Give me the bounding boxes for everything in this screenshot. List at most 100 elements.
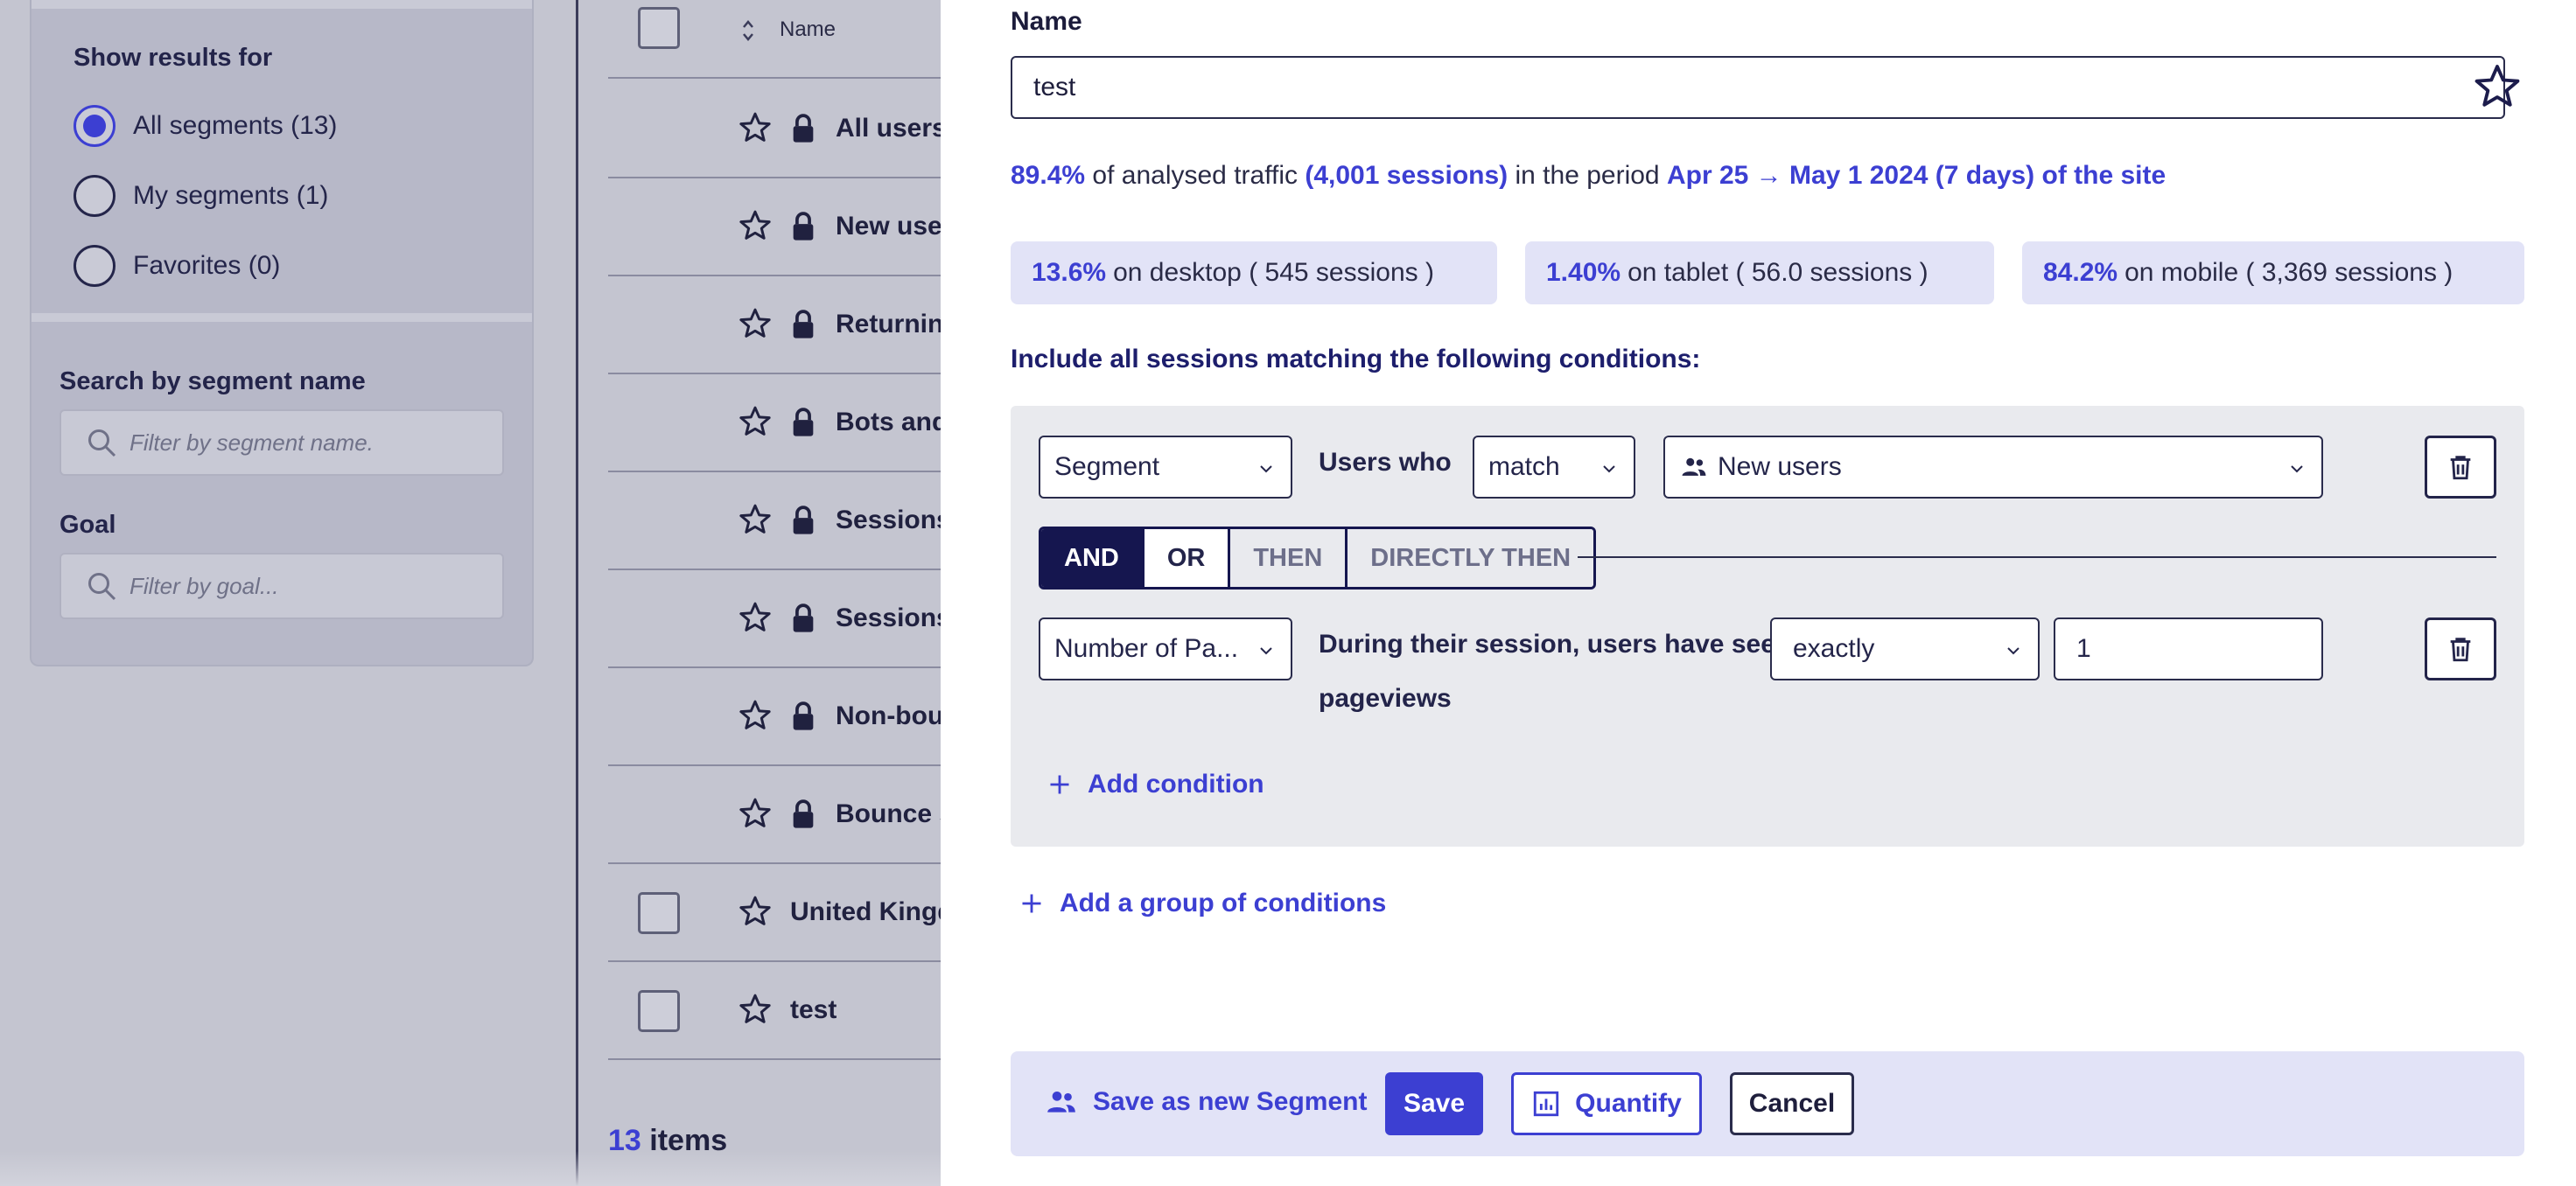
row-label[interactable]: test [790,995,946,1025]
chevron-down-icon [1260,465,1272,473]
row-label[interactable]: Returning users [836,310,946,339]
radio-all-segments[interactable]: All segments (13) [74,105,337,147]
table-row[interactable]: Sessions without conversion [608,570,946,668]
row-checkbox[interactable] [638,990,680,1032]
row-label[interactable]: Bots and crawlers [836,408,946,437]
device-text: on desktop ( 545 sessions ) [1113,258,1434,287]
segment-search-input[interactable]: Filter by segment name. [60,409,504,476]
table-row[interactable]: Non-bounce sessions [608,668,946,766]
star-icon[interactable] [738,208,773,243]
radio-my-segments[interactable]: My segments (1) [74,175,328,217]
condition-type-select[interactable]: Number of Pa... [1039,617,1292,680]
table-row[interactable]: Sessions with conversion [608,472,946,570]
chevron-down-icon [1603,465,1615,473]
table-row[interactable]: Bots and crawlers [608,374,946,472]
traffic-text: in the period [1515,161,1660,190]
device-pct: 1.40% [1546,258,1621,287]
radio-favorites[interactable]: Favorites (0) [74,245,280,287]
quantify-label: Quantify [1575,1089,1682,1118]
radio-label: All segments (13) [133,111,338,140]
users-icon [1047,1092,1075,1113]
pageviews-count-input[interactable]: 1 [2054,617,2323,680]
comparison-operator-select[interactable]: exactly [1770,617,2040,680]
table-row[interactable]: New users [608,178,946,276]
match-operator-select[interactable]: match [1473,436,1635,499]
add-condition-label: Add condition [1088,770,1264,799]
radio-icon [74,245,116,287]
row-label[interactable]: Sessions with conversion [836,506,946,535]
star-icon[interactable] [738,110,773,145]
sort-icon[interactable] [739,17,757,44]
trash-icon [2450,638,2471,662]
row-checkbox[interactable] [638,892,680,934]
device-text: on tablet ( 56.0 sessions ) [1628,258,1928,287]
save-as-new-label: Save as new Segment [1093,1087,1368,1116]
traffic-summary: 89.4% of analysed traffic (4,001 session… [1011,161,2166,191]
goal-search-input[interactable]: Filter by goal... [60,553,504,619]
star-icon[interactable] [738,894,773,929]
traffic-sessions: (4,001 sessions) [1305,161,1508,190]
operator-directly-then-button[interactable]: DIRECTLY THEN [1348,529,1594,587]
row-label[interactable]: Sessions without conversion [836,603,946,633]
device-mobile-chip: 84.2% on mobile ( 3,369 sessions ) [2022,241,2524,304]
plus-icon [1050,775,1069,794]
delete-condition-button[interactable] [2425,436,2496,499]
delete-condition-button[interactable] [2425,617,2496,680]
quantify-button[interactable]: Quantify [1511,1072,1702,1135]
select-value: New users [1718,452,1842,481]
divider [32,313,532,322]
row-label[interactable]: All users [836,114,946,143]
divider [1578,556,2496,558]
star-icon[interactable] [738,404,773,439]
operator-then-button[interactable]: THEN [1230,529,1348,587]
add-condition-button[interactable]: Add condition [1047,770,1264,799]
device-pct: 84.2% [2043,258,2118,287]
condition-type-select[interactable]: Segment [1039,436,1292,499]
save-button[interactable]: Save [1385,1072,1483,1135]
operator-and-button[interactable]: AND [1041,529,1144,587]
chevron-down-icon [1260,647,1272,655]
cancel-button[interactable]: Cancel [1730,1072,1854,1135]
chevron-down-icon [2007,647,2020,655]
table-row[interactable]: Returning users [608,276,946,374]
add-group-button[interactable]: Add a group of conditions [1019,889,1386,918]
star-icon[interactable] [738,992,773,1027]
show-results-title: Show results for [74,44,273,72]
name-label: Name [1011,7,1082,36]
pageviews-unit-label: pageviews [1319,684,1452,713]
divider [32,0,532,9]
operator-or-button[interactable]: OR [1144,529,1231,587]
segment-editor-drawer: Name 89.4% of analysed traffic (4,001 se… [941,0,2576,1186]
column-header-name[interactable]: Name [780,17,836,42]
segment-value-select[interactable]: New users [1663,436,2323,499]
trash-icon [2450,456,2471,480]
lock-icon [793,506,814,534]
row-label[interactable]: Bounce sessions [836,799,946,829]
table-row[interactable]: Bounce sessions [608,766,946,864]
filter-card: Show results for All segments (13) My se… [30,0,534,666]
traffic-period: Apr 25 → May 1 2024 (7 days) of the site [1666,161,2166,190]
save-as-new-segment-button[interactable]: Save as new Segment [1044,1085,1367,1120]
star-icon[interactable] [738,306,773,341]
table-row[interactable]: United Kingdom [608,864,946,962]
row-label[interactable]: New users [836,212,946,241]
row-label[interactable]: United Kingdom [790,897,946,927]
row-label[interactable]: Non-bounce sessions [836,701,946,731]
star-icon[interactable] [738,600,773,635]
add-group-label: Add a group of conditions [1060,889,1387,917]
star-icon[interactable] [738,502,773,537]
list-header: Name [608,0,946,79]
table-row[interactable]: test [608,962,946,1060]
star-icon[interactable] [738,796,773,831]
lock-icon [793,799,814,828]
favorite-star-icon[interactable] [2472,61,2523,112]
traffic-pct: 89.4% [1011,161,1086,190]
users-who-label: Users who [1319,448,1452,477]
table-row[interactable]: All users [608,80,946,178]
select-all-checkbox[interactable] [638,7,680,49]
include-conditions-title: Include all sessions matching the follow… [1011,345,1701,373]
segment-name-input[interactable] [1011,56,2505,119]
device-text: on mobile ( 3,369 sessions ) [2124,258,2454,287]
users-icon [1682,457,1706,476]
star-icon[interactable] [738,698,773,733]
